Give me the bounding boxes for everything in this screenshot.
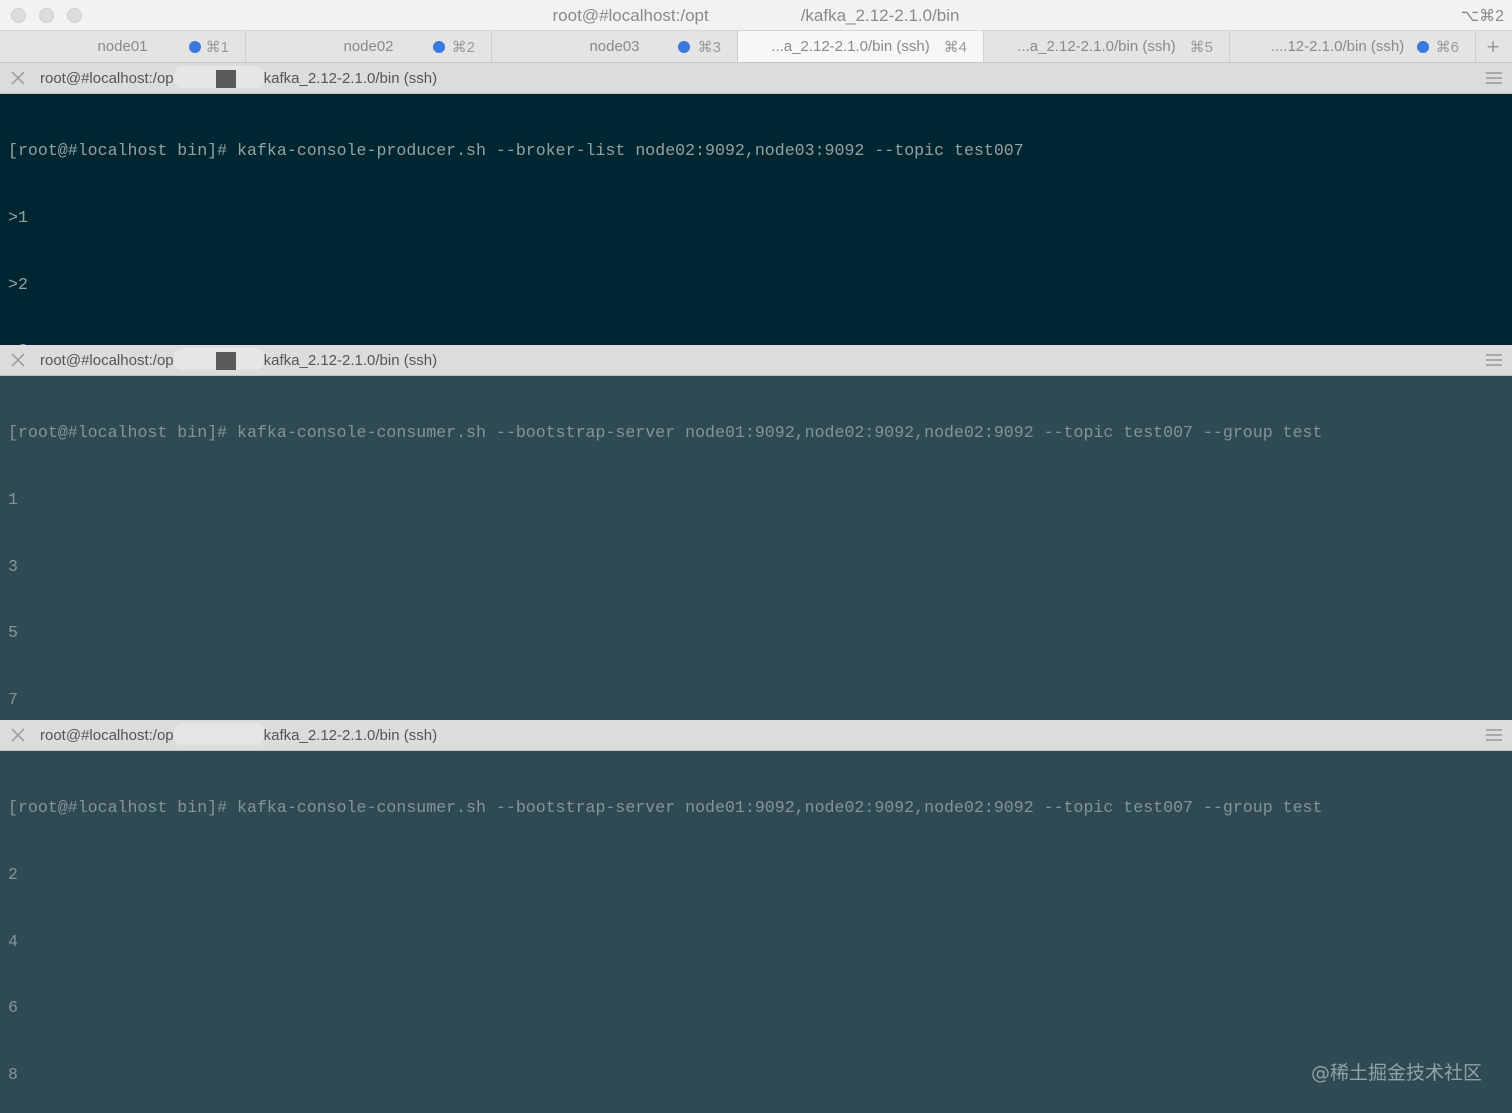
tab-shortcut: ⌘2 — [451, 39, 475, 56]
tab-ssh-5[interactable]: ...a_2.12-2.1.0/bin (ssh) ⌘5 — [984, 31, 1230, 62]
watermark: @稀土掘金技术社区 — [1310, 1062, 1482, 1084]
pane-title: root@#localhost:/op kafka_2.12-2.1.0/bin … — [40, 723, 438, 746]
redacted-area — [708, 7, 801, 26]
activity-dot-icon — [433, 41, 445, 53]
close-pane-icon[interactable] — [10, 727, 26, 743]
pane-header: root@#localhost:/op kafka_2.12-2.1.0/bin … — [0, 63, 1512, 94]
window-title: root@#localhost:/opt/kafka_2.12-2.1.0/bi… — [0, 6, 1512, 26]
terminal-line: [root@#localhost bin]# kafka-console-con… — [8, 798, 1323, 818]
pane-title: root@#localhost:/op kafka_2.12-2.1.0/bin … — [40, 348, 438, 371]
pane-title-left: root@#localhost:/op — [40, 352, 174, 369]
pane-title-left: root@#localhost:/op — [40, 70, 174, 87]
tab-shortcut: ⌘6 — [1435, 39, 1459, 56]
pane-title-right: kafka_2.12-2.1.0/bin (ssh) — [263, 70, 438, 87]
close-pane-icon[interactable] — [10, 70, 26, 86]
pane-producer: root@#localhost:/op kafka_2.12-2.1.0/bin … — [0, 63, 1512, 760]
redacted-area — [173, 723, 264, 746]
terminal-output[interactable]: [root@#localhost bin]# kafka-console-pro… — [0, 94, 1512, 760]
terminal-line: 4 — [8, 931, 18, 951]
terminal-line: 1 — [8, 490, 18, 509]
terminal-line: [root@#localhost bin]# kafka-console-pro… — [8, 141, 1024, 161]
tab-shortcut: ⌘1 — [205, 39, 229, 56]
pane-title-right: kafka_2.12-2.1.0/bin (ssh) — [263, 727, 438, 744]
terminal-line: 8 — [8, 1064, 18, 1084]
tab-node02[interactable]: node02 ⌘2 — [246, 31, 492, 62]
terminal-line: 7 — [8, 689, 18, 709]
terminal-line: 6 — [8, 998, 18, 1018]
activity-dot-icon — [678, 41, 690, 53]
redacted-area — [173, 66, 264, 89]
tab-label: ....12-2.1.0/bin (ssh) — [1270, 38, 1405, 55]
terminal-line: 3 — [8, 556, 18, 576]
terminal-output[interactable]: [root@#localhost bin]# kafka-console-con… — [0, 376, 1512, 775]
window-titlebar: root@#localhost:/opt/kafka_2.12-2.1.0/bi… — [0, 0, 1512, 31]
activity-dot-icon — [189, 41, 201, 53]
pane-header: root@#localhost:/op kafka_2.12-2.1.0/bin … — [0, 720, 1512, 751]
terminal-output[interactable]: [root@#localhost bin]# kafka-console-con… — [0, 751, 1512, 1113]
tab-ssh-6[interactable]: ....12-2.1.0/bin (ssh) ⌘6 — [1230, 31, 1476, 62]
pane-menu-icon[interactable] — [1486, 729, 1502, 741]
close-pane-icon[interactable] — [10, 352, 26, 368]
pane-consumer-1: root@#localhost:/op kafka_2.12-2.1.0/bin … — [0, 345, 1512, 775]
pane-menu-icon[interactable] — [1486, 72, 1502, 84]
pane-header: root@#localhost:/op kafka_2.12-2.1.0/bin … — [0, 345, 1512, 376]
tab-ssh-4[interactable]: ...a_2.12-2.1.0/bin (ssh) ⌘4 — [738, 31, 984, 62]
pane-title: root@#localhost:/op kafka_2.12-2.1.0/bin … — [40, 66, 438, 89]
pane-title-left: root@#localhost:/op — [40, 727, 174, 744]
window-title-left: root@#localhost:/opt — [552, 6, 709, 25]
terminal-line: >2 — [8, 274, 28, 294]
window-shortcut: ⌥⌘2 — [1460, 8, 1504, 25]
pane-consumer-2: root@#localhost:/op kafka_2.12-2.1.0/bin … — [0, 720, 1512, 1113]
terminal-line: 2 — [8, 865, 18, 884]
terminal-line: 5 — [8, 623, 18, 643]
redacted-area — [173, 348, 264, 371]
new-tab-button[interactable]: + — [1476, 31, 1510, 62]
pane-menu-icon[interactable] — [1486, 354, 1502, 366]
window-title-right: /kafka_2.12-2.1.0/bin — [800, 6, 960, 25]
activity-dot-icon — [1417, 41, 1429, 53]
pane-title-right: kafka_2.12-2.1.0/bin (ssh) — [263, 352, 438, 369]
terminal-line: >1 — [8, 208, 28, 227]
terminal-line: [root@#localhost bin]# kafka-console-con… — [8, 423, 1323, 443]
tab-node03[interactable]: node03 ⌘3 — [492, 31, 738, 62]
tab-node01[interactable]: node01 ⌘1 — [0, 31, 246, 62]
tab-bar: node01 ⌘1 node02 ⌘2 node03 ⌘3 ...a_2.12-… — [0, 31, 1512, 63]
